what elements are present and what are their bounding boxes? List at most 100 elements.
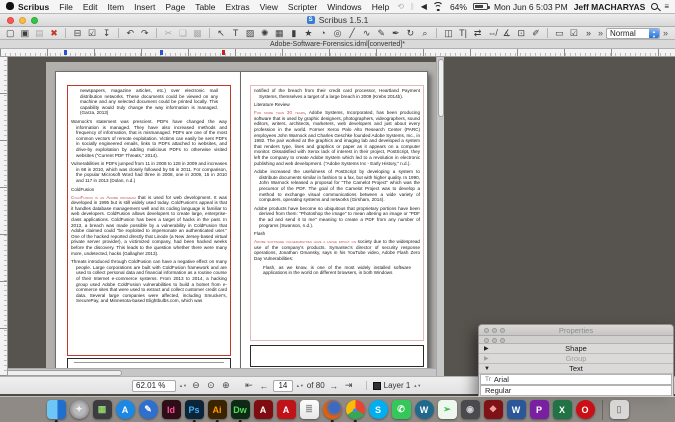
insert-line-icon[interactable]: ╱ — [346, 27, 359, 39]
close-document-icon[interactable]: ✖ — [48, 27, 61, 39]
insert-bezier-icon[interactable]: ∿ — [360, 27, 373, 39]
properties-palette[interactable]: Properties ▶ Shape ▶ Group ▼ Text Tr Ari… — [478, 324, 674, 397]
zoom-level-field[interactable]: 62.01 % — [132, 380, 176, 392]
horizontal-ruler[interactable] — [0, 49, 675, 57]
spotlight-icon[interactable] — [651, 3, 658, 10]
menu-item-page[interactable]: Page — [165, 2, 185, 12]
eye-dropper-icon[interactable]: ✐ — [530, 27, 543, 39]
menu-item-help[interactable]: Help — [372, 2, 389, 12]
zoom-window-icon[interactable] — [31, 17, 38, 24]
menu-item-windows[interactable]: Windows — [327, 2, 361, 12]
first-page-icon[interactable]: ⇤ — [243, 380, 255, 391]
window-title-bar[interactable]: S Scribus 1.5.1 — [0, 14, 675, 27]
textedit-dock-icon[interactable]: ≣ — [300, 400, 319, 419]
zoom-out-icon[interactable]: ⊖ — [190, 380, 202, 391]
indesign-dock-icon[interactable]: Id — [162, 400, 181, 419]
dreamweaver-dock-icon[interactable]: Dw — [231, 400, 250, 419]
insert-calligraphy-icon[interactable]: ✒ — [390, 27, 403, 39]
redo-icon[interactable]: ↷ — [139, 27, 152, 39]
rotate-item-icon[interactable]: ↻ — [404, 27, 417, 39]
paragraph-style-combo[interactable]: Normal ▲▼ — [606, 28, 660, 39]
page-right[interactable]: notified of the breach from their credit… — [241, 71, 428, 372]
insert-render-frame-icon[interactable]: ✺ — [258, 27, 271, 39]
vertical-scrollbar[interactable] — [436, 57, 444, 376]
unlink-text-frames-icon[interactable]: ⇎ — [486, 27, 499, 39]
next-page-icon[interactable]: → — [328, 381, 340, 391]
firefox-dock-icon[interactable] — [323, 400, 342, 419]
menu-item-view[interactable]: View — [260, 2, 278, 12]
palette-section-group[interactable]: ▶ Group — [479, 354, 673, 364]
menu-item-edit[interactable]: Edit — [83, 2, 98, 12]
wordpress-dock-icon[interactable]: W — [415, 400, 434, 419]
horizontal-scrollbar[interactable] — [0, 368, 436, 376]
chrome-dock-icon[interactable]: ● — [346, 400, 365, 419]
mission-control-dock-icon[interactable]: ▦ — [93, 400, 112, 419]
toolbar-overflow-icon[interactable]: » — [582, 27, 595, 39]
time-machine-icon[interactable]: ⟲ — [397, 2, 404, 11]
open-document-icon[interactable]: ▣ — [19, 27, 32, 39]
battery-icon[interactable] — [473, 3, 488, 10]
zoom-tool-icon[interactable]: ⌕ — [419, 27, 432, 39]
font-style-select[interactable]: Regular — [480, 385, 672, 396]
insert-shape-icon[interactable]: ▮ — [288, 27, 301, 39]
left-page-text-frame[interactable]: newspapers, magazine articles, etc.) ove… — [67, 85, 231, 356]
zoom-reset-icon[interactable]: ⊙ — [205, 380, 217, 391]
notification-center-icon[interactable]: ≡ — [664, 2, 669, 11]
skype-dock-icon[interactable]: S — [369, 400, 388, 419]
paste-icon[interactable]: ▩ — [191, 27, 204, 39]
copy-icon[interactable]: ❏ — [177, 27, 190, 39]
toolbar-overflow-right-icon[interactable]: » — [663, 28, 668, 38]
red-app-dock-icon[interactable]: ❖ — [484, 400, 503, 419]
launchpad-dock-icon[interactable]: ✦ — [70, 400, 89, 419]
palette-window-controls[interactable] — [484, 328, 505, 333]
menu-item-scripter[interactable]: Scripter — [288, 2, 317, 12]
measurements-icon[interactable]: ∡ — [500, 27, 513, 39]
insert-spiral-icon[interactable]: ◎ — [331, 27, 344, 39]
vertical-scrollbar-thumb[interactable] — [438, 59, 444, 117]
section-collapse-icon[interactable]: ▶ — [484, 345, 489, 352]
new-document-icon[interactable]: ▢ — [4, 27, 17, 39]
wifi-icon[interactable] — [433, 2, 444, 11]
menu-item-file[interactable]: File — [59, 2, 73, 12]
section-collapse-icon[interactable]: ▶ — [484, 355, 489, 362]
cut-icon[interactable]: ✂ — [162, 27, 175, 39]
save-document-icon[interactable]: ▤ — [33, 27, 46, 39]
vertical-ruler[interactable] — [0, 57, 8, 376]
word-dock-icon[interactable]: W — [507, 400, 526, 419]
finder-dock-icon[interactable] — [47, 400, 66, 419]
close-window-icon[interactable] — [7, 17, 14, 24]
minimize-window-icon[interactable] — [19, 17, 26, 24]
zoom-stepper-icon[interactable]: ▲▼ — [179, 384, 187, 388]
preview-dock-icon[interactable]: ✎ — [139, 400, 158, 419]
volume-icon[interactable]: ◀ — [421, 2, 427, 11]
edit-text-story-icon[interactable]: T| — [457, 27, 470, 39]
zoom-in-icon[interactable]: ⊕ — [220, 380, 232, 391]
insert-table-icon[interactable]: ▦ — [273, 27, 286, 39]
current-page-field[interactable]: 14 — [273, 380, 293, 392]
menu-item-insert[interactable]: Insert — [134, 2, 155, 12]
pdf-push-button-icon[interactable]: ▭ — [553, 27, 566, 39]
layer-selector[interactable]: Layer 1 ▲▼ — [366, 381, 422, 390]
acrobat-reader-dock-icon[interactable]: A — [277, 400, 296, 419]
menu-item-extras[interactable]: Extras — [226, 2, 250, 12]
document-tab-title[interactable]: Adobe-Software-Forensics.idml[converted]… — [270, 41, 405, 48]
page-stepper-icon[interactable]: ▲▼ — [296, 384, 304, 388]
last-page-icon[interactable]: ⇥ — [343, 380, 355, 391]
toolbar-more-icon[interactable]: » — [598, 28, 603, 38]
insert-image-frame-icon[interactable]: ▨ — [244, 27, 257, 39]
palette-section-shape[interactable]: ▶ Shape — [479, 344, 673, 354]
previous-page-icon[interactable]: ← — [258, 381, 270, 391]
select-item-icon[interactable]: ↖ — [215, 27, 228, 39]
menu-item-table[interactable]: Table — [195, 2, 215, 12]
right-page-text-frame[interactable]: notified of the breach from their credit… — [250, 85, 424, 341]
messages-dock-icon[interactable]: ✆ — [392, 400, 411, 419]
insert-polygon-icon[interactable]: ★ — [302, 27, 315, 39]
layer-stepper-icon[interactable]: ▲▼ — [413, 384, 421, 388]
print-document-icon[interactable]: ⊟ — [71, 27, 84, 39]
photo-booth-dock-icon[interactable]: ◉ — [461, 400, 480, 419]
illustrator-dock-icon[interactable]: Ai — [208, 400, 227, 419]
copy-item-properties-icon[interactable]: ⊡ — [515, 27, 528, 39]
page-left[interactable]: newspapers, magazine articles, etc.) ove… — [55, 71, 241, 372]
trash-dock-icon[interactable]: ▯ — [610, 400, 629, 419]
insert-arc-icon[interactable]: ◔ — [317, 27, 330, 39]
